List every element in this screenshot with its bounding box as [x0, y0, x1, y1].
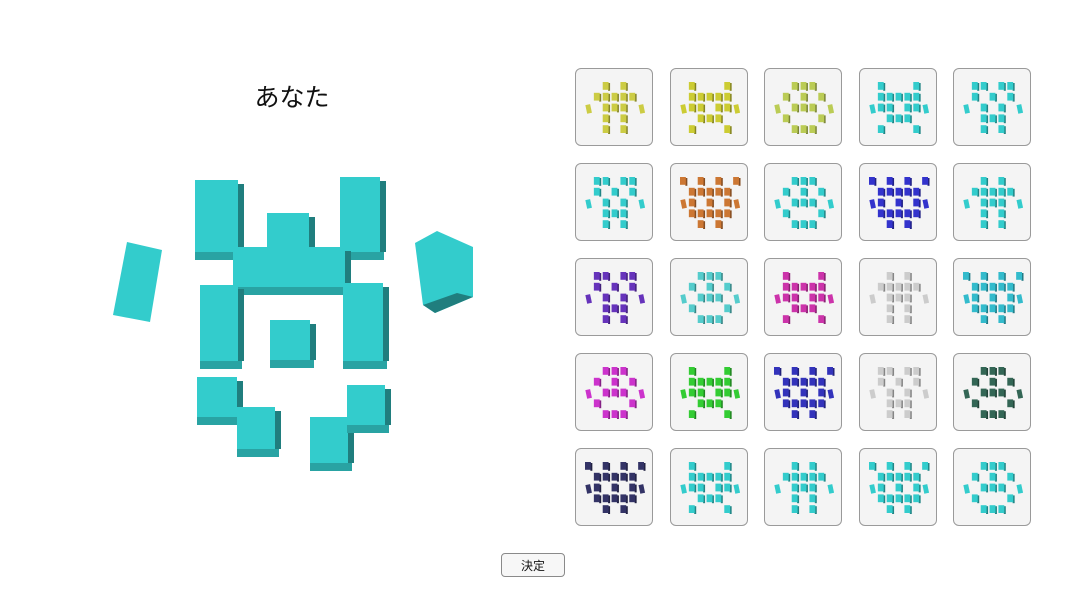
- character-figure: [679, 177, 740, 229]
- character-option[interactable]: [953, 353, 1031, 431]
- character-option[interactable]: [953, 163, 1031, 241]
- character-option[interactable]: [764, 163, 842, 241]
- character-figure: [963, 272, 1024, 324]
- character-figure: [774, 367, 835, 419]
- character-figure: [585, 82, 646, 134]
- player-title: あなた: [254, 83, 330, 112]
- character-figure: [585, 462, 646, 514]
- character-option[interactable]: [764, 68, 842, 146]
- character-option[interactable]: [575, 258, 653, 336]
- character-option[interactable]: [858, 163, 937, 241]
- character-figure: [963, 462, 1024, 514]
- character-figure: [585, 272, 646, 324]
- character-option[interactable]: [858, 258, 937, 336]
- character-figure: [774, 177, 835, 229]
- character-option[interactable]: [669, 448, 748, 526]
- character-option[interactable]: [575, 448, 653, 526]
- character-option[interactable]: [858, 68, 937, 146]
- character-option[interactable]: [669, 68, 748, 146]
- character-figure: [868, 367, 929, 419]
- character-option[interactable]: [575, 353, 653, 431]
- character-figure: [774, 82, 835, 134]
- character-figure: [774, 272, 835, 324]
- confirm-button[interactable]: 決定: [501, 553, 565, 577]
- character-figure: [679, 82, 740, 134]
- character-figure: [963, 82, 1024, 134]
- character-option[interactable]: [953, 68, 1031, 146]
- character-option[interactable]: [669, 163, 748, 241]
- selected-character-preview: [113, 177, 473, 471]
- character-option[interactable]: [764, 353, 842, 431]
- character-figure: [963, 367, 1024, 419]
- character-grid: [575, 68, 1031, 526]
- character-option[interactable]: [953, 258, 1031, 336]
- character-figure: [963, 177, 1024, 229]
- character-option[interactable]: [953, 448, 1031, 526]
- character-figure: [679, 272, 740, 324]
- character-option[interactable]: [575, 68, 653, 146]
- character-option[interactable]: [575, 163, 653, 241]
- character-figure: [868, 272, 929, 324]
- character-option[interactable]: [764, 448, 842, 526]
- character-figure: [585, 367, 646, 419]
- character-figure: [868, 177, 929, 229]
- character-figure: [679, 462, 740, 514]
- character-figure: [679, 367, 740, 419]
- character-figure: [868, 462, 929, 514]
- character-option[interactable]: [669, 353, 748, 431]
- character-figure: [868, 82, 929, 134]
- character-option[interactable]: [669, 258, 748, 336]
- character-figure: [585, 177, 646, 229]
- character-option[interactable]: [858, 448, 937, 526]
- character-option[interactable]: [764, 258, 842, 336]
- character-figure: [774, 462, 835, 514]
- character-option[interactable]: [858, 353, 937, 431]
